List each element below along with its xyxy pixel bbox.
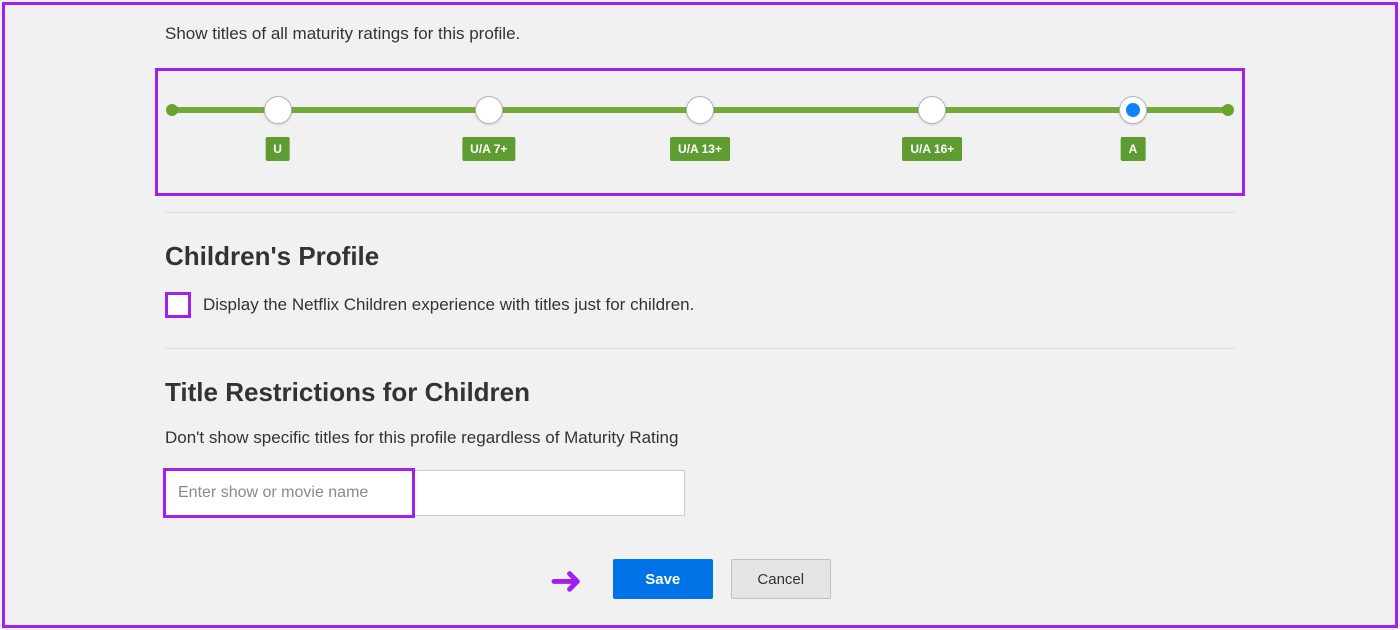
- maturity-tick-2[interactable]: [686, 96, 714, 124]
- maturity-label-4: A: [1121, 137, 1146, 161]
- maturity-tick-4[interactable]: [1119, 96, 1147, 124]
- children-profile-heading: Children's Profile: [165, 241, 1235, 272]
- maturity-label-0: U: [265, 137, 290, 161]
- maturity-tick-3[interactable]: [918, 96, 946, 124]
- children-profile-checkbox-row: Display the Netflix Children experience …: [165, 292, 1235, 318]
- maturity-label-1: U/A 7+: [462, 137, 515, 161]
- slider-endcap-left-icon: [166, 104, 178, 116]
- maturity-slider-labels: U U/A 7+ U/A 13+ U/A 16+ A: [172, 137, 1228, 163]
- title-restrictions-input[interactable]: [165, 470, 685, 516]
- children-profile-checkbox-label: Display the Netflix Children experience …: [203, 295, 694, 315]
- annotation-arrow-icon: ➜: [549, 558, 583, 604]
- button-row: ➜ Save Cancel: [155, 556, 1225, 602]
- title-restrictions-heading: Title Restrictions for Children: [165, 377, 1235, 408]
- maturity-slider[interactable]: [172, 101, 1228, 119]
- maturity-label-2: U/A 13+: [670, 137, 730, 161]
- cancel-button[interactable]: Cancel: [731, 559, 831, 599]
- title-restrictions-description: Don't show specific titles for this prof…: [165, 428, 1235, 448]
- maturity-label-3: U/A 16+: [902, 137, 962, 161]
- section-divider: [165, 348, 1235, 349]
- annotation-slider-highlight: U U/A 7+ U/A 13+ U/A 16+ A: [155, 68, 1245, 196]
- save-button[interactable]: Save: [613, 559, 713, 599]
- maturity-instruction: Show titles of all maturity ratings for …: [165, 24, 1235, 44]
- title-restrictions-input-wrap: [165, 470, 685, 516]
- slider-endcap-right-icon: [1222, 104, 1234, 116]
- section-divider: [165, 212, 1235, 213]
- children-profile-checkbox[interactable]: [165, 292, 191, 318]
- maturity-tick-0[interactable]: [264, 96, 292, 124]
- settings-content: Show titles of all maturity ratings for …: [0, 0, 1400, 602]
- maturity-tick-1[interactable]: [475, 96, 503, 124]
